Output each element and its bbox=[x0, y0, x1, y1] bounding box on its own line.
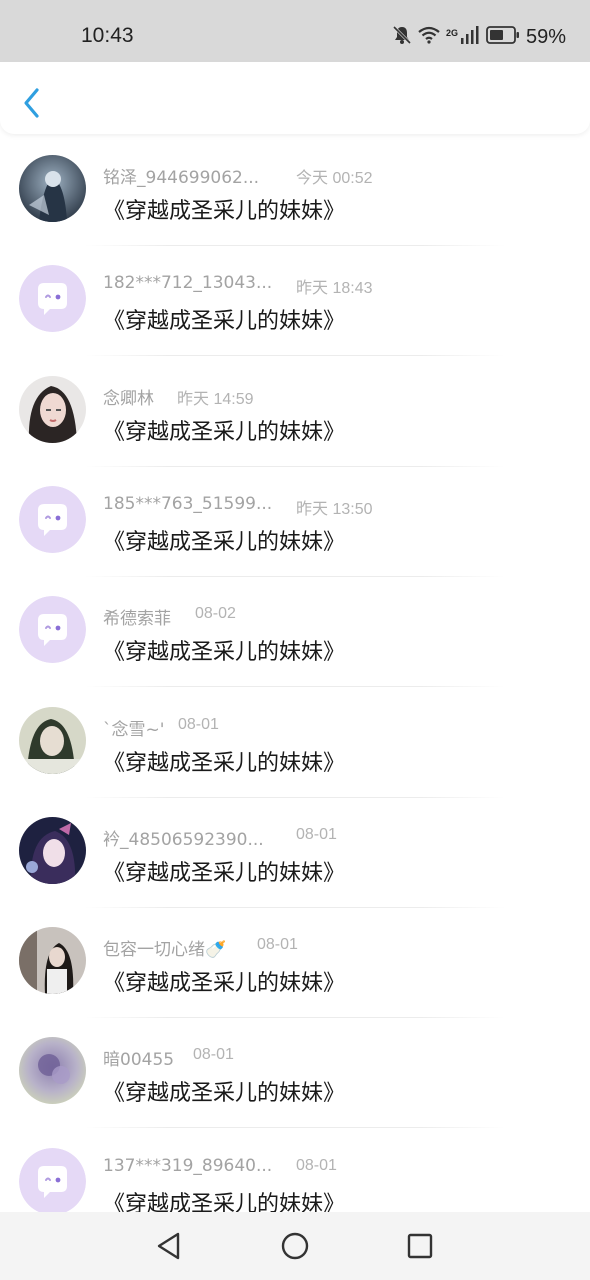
message-row[interactable]: 铭泽_944699062... 今天 00:52 《穿越成圣采儿的妹妹》 bbox=[0, 136, 590, 246]
message-text: 《穿越成圣采儿的妹妹》 bbox=[103, 861, 346, 886]
username: 包容一切心绪🍼 bbox=[103, 940, 227, 960]
message-row[interactable]: 185***763_51599... 昨天 13:50 《穿越成圣采儿的妹妹》 bbox=[0, 467, 590, 577]
bell-off-icon bbox=[392, 25, 412, 49]
username: 182***712_13043... bbox=[103, 273, 273, 293]
message-time: 昨天 18:43 bbox=[296, 280, 373, 297]
username: `念雪~' bbox=[103, 720, 165, 740]
message-text: 《穿越成圣采儿的妹妹》 bbox=[103, 751, 346, 776]
header bbox=[0, 62, 590, 134]
recents-square-icon bbox=[407, 1233, 433, 1259]
message-row[interactable]: 包容一切心绪🍼 08-01 《穿越成圣采儿的妹妹》 bbox=[0, 908, 590, 1018]
message-row[interactable]: 暗00455 08-01 《穿越成圣采儿的妹妹》 bbox=[0, 1018, 590, 1128]
message-time: 08-02 bbox=[195, 605, 236, 622]
status-bar: 10:43 2G 59% bbox=[0, 0, 590, 62]
message-time: 08-01 bbox=[257, 936, 298, 953]
battery-percent: 59% bbox=[525, 25, 566, 48]
message-row[interactable]: 希德索菲 08-02 《穿越成圣采儿的妹妹》 bbox=[0, 577, 590, 687]
nav-recents-button[interactable] bbox=[402, 1228, 438, 1264]
message-text: 《穿越成圣采儿的妹妹》 bbox=[103, 309, 346, 334]
message-text: 《穿越成圣采儿的妹妹》 bbox=[103, 640, 346, 665]
back-triangle-icon bbox=[157, 1232, 180, 1260]
signal-icon bbox=[460, 26, 480, 48]
avatar[interactable] bbox=[19, 817, 86, 884]
avatar[interactable] bbox=[19, 376, 86, 443]
divider bbox=[85, 686, 505, 687]
back-button[interactable] bbox=[18, 86, 46, 120]
default-avatar-icon[interactable] bbox=[19, 486, 86, 553]
nav-home-button[interactable] bbox=[277, 1228, 313, 1264]
status-icons: 2G 59% bbox=[392, 25, 566, 49]
avatar[interactable] bbox=[19, 155, 86, 222]
username: 暗00455 bbox=[103, 1050, 175, 1070]
divider bbox=[85, 1127, 505, 1128]
default-avatar-icon[interactable] bbox=[19, 596, 86, 663]
nav-back-button[interactable] bbox=[151, 1228, 187, 1264]
message-row[interactable]: 衿_48506592390... 08-01 《穿越成圣采儿的妹妹》 bbox=[0, 798, 590, 908]
default-avatar-icon[interactable] bbox=[19, 1148, 86, 1215]
message-row[interactable]: 念卿林 昨天 14:59 《穿越成圣采儿的妹妹》 bbox=[0, 357, 590, 467]
status-time: 10:43 bbox=[81, 24, 134, 47]
message-text: 《穿越成圣采儿的妹妹》 bbox=[103, 199, 346, 224]
network-type: 2G bbox=[445, 28, 458, 38]
battery-icon bbox=[486, 26, 520, 48]
wifi-icon bbox=[418, 26, 440, 48]
message-time: 08-01 bbox=[296, 1157, 337, 1174]
avatar[interactable] bbox=[19, 707, 86, 774]
message-time: 昨天 13:50 bbox=[296, 501, 373, 518]
username: 念卿林 bbox=[103, 389, 154, 409]
default-avatar-icon[interactable] bbox=[19, 265, 86, 332]
username: 衿_48506592390... bbox=[103, 830, 264, 850]
avatar[interactable] bbox=[19, 927, 86, 994]
navigation-bar bbox=[0, 1212, 590, 1280]
username: 铭泽_944699062... bbox=[103, 168, 260, 188]
avatar[interactable] bbox=[19, 1037, 86, 1104]
message-time: 08-01 bbox=[178, 716, 219, 733]
message-row[interactable]: `念雪~' 08-01 《穿越成圣采儿的妹妹》 bbox=[0, 688, 590, 798]
home-circle-icon bbox=[281, 1232, 309, 1260]
divider bbox=[85, 355, 505, 356]
message-row[interactable]: 182***712_13043... 昨天 18:43 《穿越成圣采儿的妹妹》 bbox=[0, 246, 590, 356]
message-time: 08-01 bbox=[296, 826, 337, 843]
chevron-left-icon bbox=[24, 88, 39, 118]
username: 希德索菲 bbox=[103, 609, 171, 629]
message-time: 今天 00:52 bbox=[296, 170, 373, 187]
username: 185***763_51599... bbox=[103, 494, 273, 514]
message-text: 《穿越成圣采儿的妹妹》 bbox=[103, 1081, 346, 1106]
message-time: 08-01 bbox=[193, 1046, 234, 1063]
username: 137***319_89640... bbox=[103, 1156, 273, 1176]
message-text: 《穿越成圣采儿的妹妹》 bbox=[103, 530, 346, 555]
message-time: 昨天 14:59 bbox=[177, 391, 254, 408]
message-text: 《穿越成圣采儿的妹妹》 bbox=[103, 971, 346, 996]
message-text: 《穿越成圣采儿的妹妹》 bbox=[103, 420, 346, 445]
